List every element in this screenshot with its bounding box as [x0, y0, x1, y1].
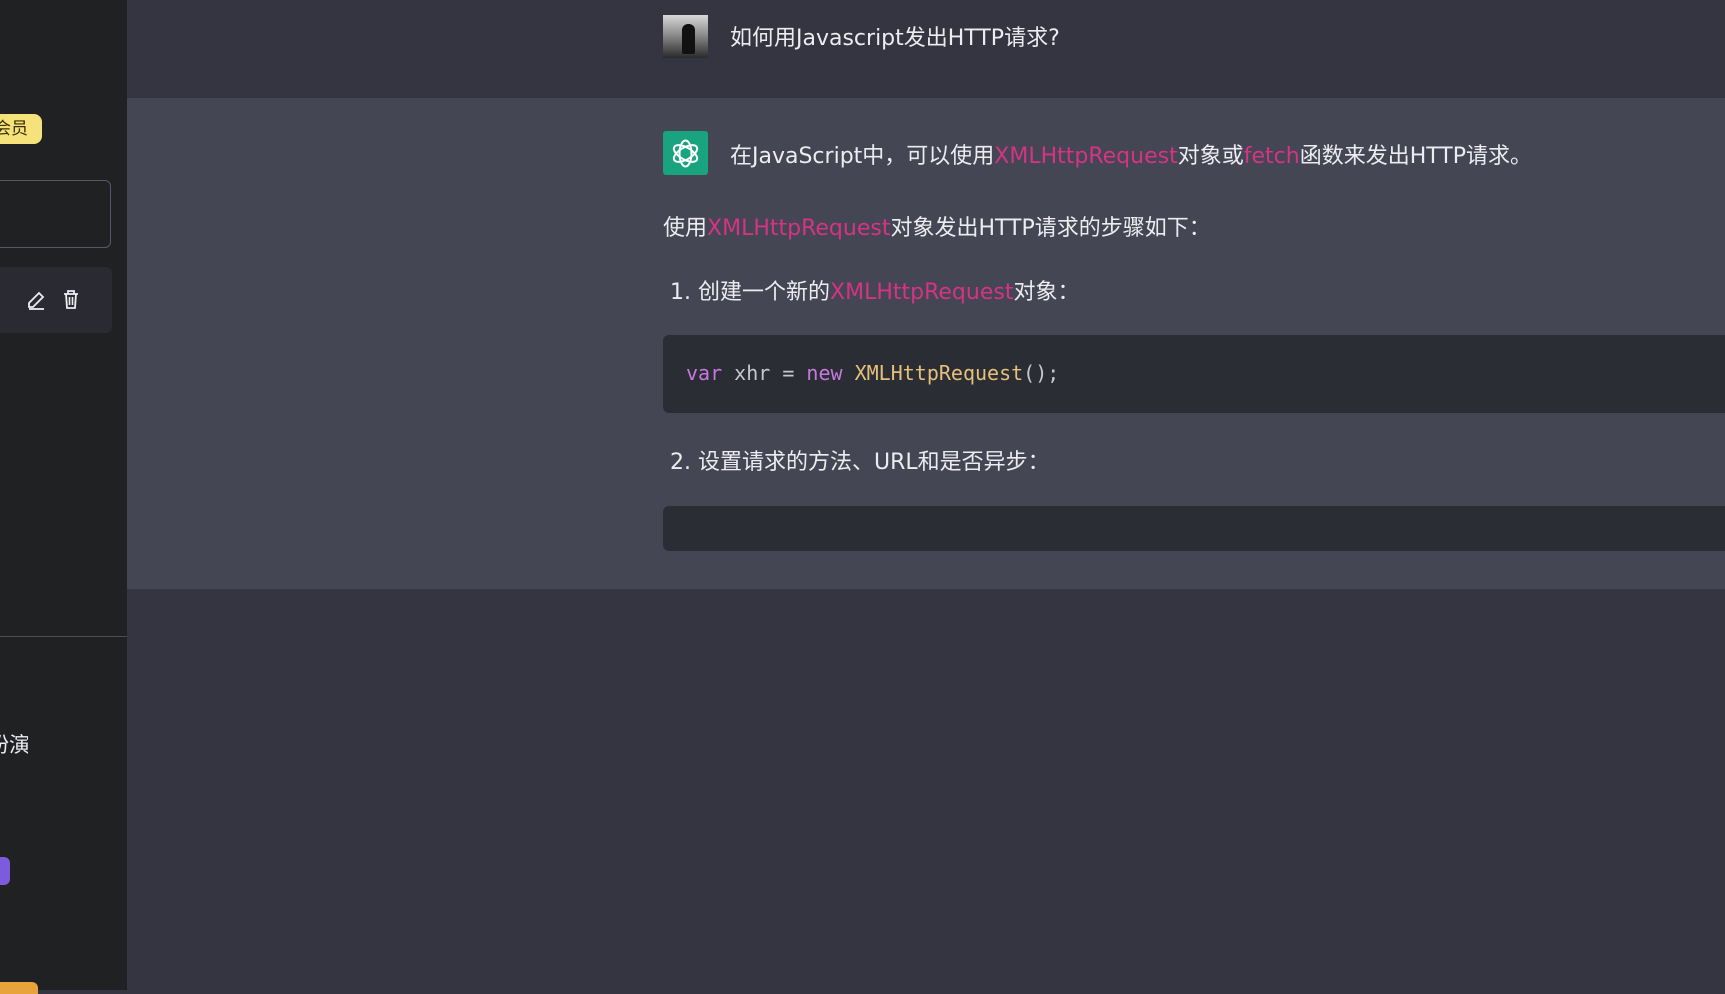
text-span: 使用 — [663, 216, 708, 241]
sidebar-chat-item-active[interactable] — [0, 267, 112, 333]
sidebar-divider — [0, 636, 127, 637]
step-item-2: 2. 设置请求的方法、URL和是否异步： — [670, 444, 1050, 476]
step-item-1: 1. 创建一个新的XMLHttpRequest对象： — [670, 274, 1079, 306]
edit-icon[interactable] — [25, 289, 47, 311]
list-number: 1. — [670, 280, 691, 305]
code-block-loading — [663, 506, 1725, 551]
inline-code: XMLHttpRequest — [830, 280, 1014, 305]
sidebar-item-roleplay[interactable]: 扮演 — [0, 729, 28, 759]
code-block: var xhr = new XMLHttpRequest(); — [663, 335, 1725, 413]
vip-badge[interactable]: 会员 — [0, 114, 42, 144]
code-keyword: new — [806, 361, 843, 385]
inline-code: XMLHttpRequest — [994, 144, 1178, 169]
code-text: (); — [1023, 361, 1060, 385]
code-keyword: var — [686, 361, 723, 385]
text-span: 创建一个新的 — [698, 280, 831, 305]
sidebar: 会员 扮演 — [0, 0, 127, 994]
new-chat-button[interactable] — [0, 180, 111, 248]
text-span: 对象： — [1013, 280, 1080, 305]
inline-code: XMLHttpRequest — [707, 216, 891, 241]
text-span: 对象发出HTTP请求的步骤如下： — [890, 216, 1211, 241]
text-span: 对象或 — [1177, 144, 1244, 169]
assistant-paragraph-intro: 在JavaScript中，可以使用XMLHttpRequest对象或fetch函… — [730, 138, 1532, 170]
inline-code: fetch — [1243, 144, 1300, 169]
user-avatar — [663, 15, 708, 58]
list-number: 2. — [670, 450, 691, 475]
sidebar-orange-chip[interactable] — [0, 982, 38, 994]
user-message-text: 如何用Javascript发出HTTP请求? — [730, 26, 1060, 51]
assistant-paragraph-steps-intro: 使用XMLHttpRequest对象发出HTTP请求的步骤如下： — [663, 210, 1211, 242]
text-span: 设置请求的方法、URL和是否异步： — [698, 450, 1050, 475]
text-span: 函数来发出HTTP请求。 — [1299, 144, 1532, 169]
code-text: xhr = — [722, 361, 807, 385]
trash-icon[interactable] — [60, 288, 82, 310]
text-span: 在JavaScript中，可以使用 — [730, 144, 995, 169]
sidebar-purple-chip[interactable] — [0, 857, 10, 885]
chatgpt-logo-icon — [663, 131, 708, 175]
code-line: var xhr = new XMLHttpRequest(); — [686, 361, 1059, 385]
code-class: XMLHttpRequest — [854, 361, 1024, 385]
